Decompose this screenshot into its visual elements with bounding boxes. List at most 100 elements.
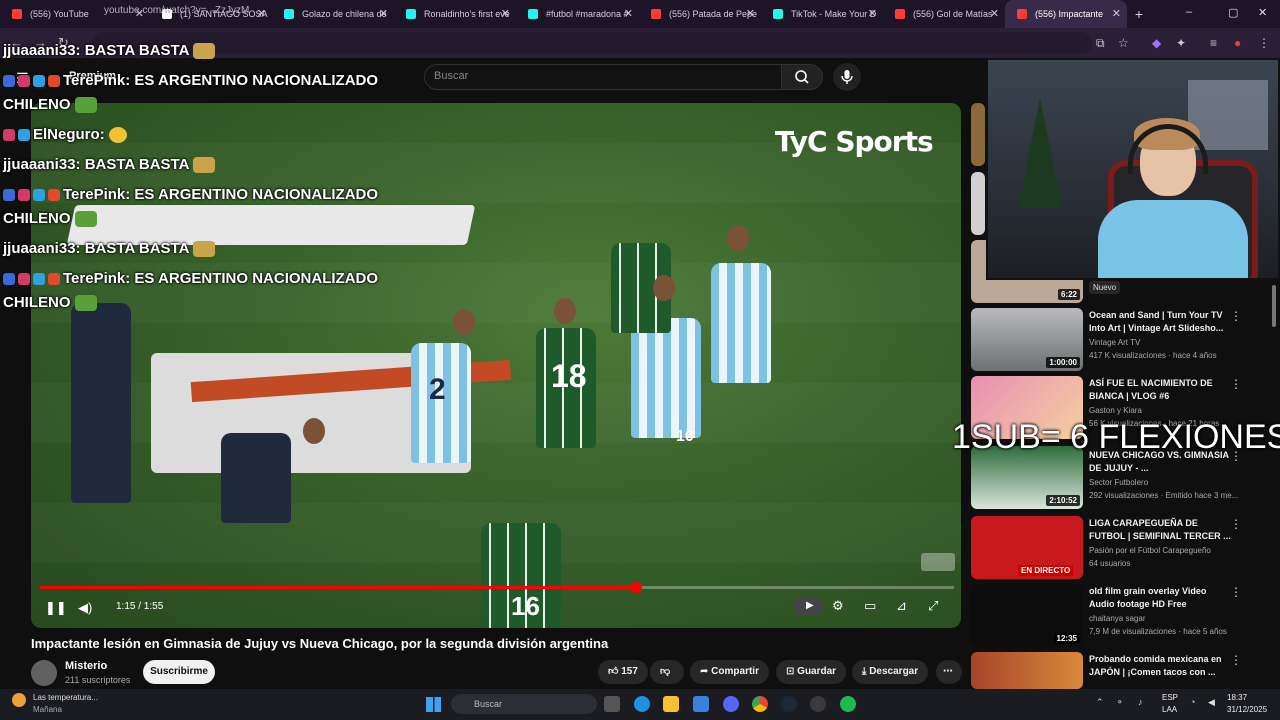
browser-menu-icon[interactable]: ⋮ [1258, 36, 1270, 50]
url-text[interactable]: youtube.com/watch?v=...ZzJyzM [104, 4, 249, 18]
weather-icon[interactable] [12, 693, 26, 707]
spotify-icon[interactable] [840, 696, 856, 712]
more-actions-icon[interactable]: ⋮ [1230, 309, 1242, 323]
close-tab-icon[interactable]: ✕ [624, 7, 633, 20]
rail-meta: 417 K visualizaciones · hace 4 años [1089, 351, 1217, 360]
steam-icon[interactable] [781, 696, 797, 712]
maximize-icon[interactable]: ▢ [1228, 6, 1238, 19]
install-app-icon[interactable]: ⧉ [1096, 36, 1105, 51]
share-button[interactable]: ➦ Compartir [690, 660, 769, 684]
rail-video-title[interactable]: old film grain overlay Video Audio foota… [1089, 585, 1231, 611]
bookmark-star-icon[interactable]: ☆ [1118, 36, 1129, 50]
download-button[interactable]: ⤓ Descargar [852, 660, 929, 684]
video-player[interactable]: 2 18 10 16 TyC Sports [31, 103, 961, 628]
scrubber-handle[interactable] [631, 582, 642, 593]
rail-channel[interactable]: chaitanya sagar [1089, 613, 1259, 625]
rail-channel[interactable]: Vintage Art TV [1089, 337, 1259, 349]
rail-channel[interactable]: Pasión por el Fútbol Carapegueño [1089, 545, 1259, 557]
extension-icon[interactable]: ◆ [1152, 36, 1161, 50]
volume-icon[interactable]: ◀) [78, 600, 92, 616]
autoplay-play-icon: ▶ [806, 600, 814, 611]
network-icon[interactable]: ⚬ [1116, 697, 1124, 708]
theater-mode-icon[interactable]: ▭ [864, 598, 876, 614]
minimize-icon[interactable]: – [1186, 6, 1192, 18]
like-button[interactable]: 👍︎ 157 [598, 660, 648, 684]
keyboard-layout[interactable]: LAA [1162, 705, 1177, 714]
close-tab-icon[interactable]: ✕ [257, 7, 266, 20]
taskbar-search-placeholder: Buscar [474, 699, 503, 709]
microphone-tray-icon[interactable]: ♪ [1138, 697, 1143, 707]
tab-title: (556) Impactante [1035, 9, 1104, 19]
search-button[interactable] [781, 64, 823, 90]
omnibox[interactable] [92, 32, 1092, 54]
profile-avatar-icon[interactable]: ● [1234, 36, 1241, 50]
channel-avatar[interactable] [31, 660, 57, 686]
wifi-icon[interactable]: ◔ [1190, 697, 1195, 707]
more-actions-icon[interactable]: ⋮ [1230, 653, 1242, 667]
close-tab-icon[interactable]: ✕ [990, 7, 999, 20]
obs-icon[interactable] [810, 696, 826, 712]
rail-video-title[interactable]: Ocean and Sand | Turn Your TV Into Art |… [1089, 309, 1231, 335]
more-actions-icon[interactable]: ⋮ [1230, 517, 1242, 531]
store-icon[interactable] [693, 696, 709, 712]
file-explorer-icon[interactable] [663, 696, 679, 712]
clock-time[interactable]: 18:37 [1227, 693, 1247, 702]
badge-icon [3, 129, 15, 142]
rail-thumbnail[interactable]: 1:00:00 [971, 308, 1083, 371]
close-tab-icon[interactable]: ✕ [868, 7, 877, 20]
rail-video-title[interactable]: Probando comida mexicana en JAPÓN | ¡Com… [1089, 653, 1231, 679]
browser-tab-active[interactable]: (556) Impactante ✕ [1005, 0, 1127, 28]
extensions-puzzle-icon[interactable]: ✦ [1176, 36, 1186, 50]
channel-name[interactable]: Misterio [65, 660, 107, 672]
chat-username: jjuaaani33 [3, 240, 76, 257]
chat-line: ElNeguro: [3, 126, 127, 144]
rail-thumbnail[interactable] [971, 103, 985, 166]
cast-icon[interactable]: ⊿ [896, 598, 907, 614]
rail-video-title[interactable]: ASÍ FUE EL NACIMIENTO DE BIANCA | VLOG #… [1089, 377, 1231, 403]
clock-date[interactable]: 31/12/2025 [1227, 705, 1267, 714]
pause-icon[interactable]: ❚❚ [45, 600, 67, 616]
subscribe-button[interactable]: Suscribirme [143, 660, 215, 684]
youtube-favicon-icon [651, 9, 661, 19]
rail-video-title[interactable]: LIGA CARAPEGUEÑA DE FUTBOL | SEMIFINAL T… [1089, 517, 1231, 543]
rail-thumbnail[interactable]: 12:35 [971, 584, 1083, 647]
rail-scrollbar[interactable] [1272, 285, 1276, 327]
browser-tab[interactable]: TikTok - Make Your D ✕ [761, 0, 883, 28]
windows-start-icon[interactable] [426, 697, 441, 712]
browser-tab[interactable]: (556) Gol de Matías ✕ [883, 0, 1005, 28]
close-tab-icon[interactable]: ✕ [1112, 7, 1121, 20]
browser-tab[interactable]: (556) Patada de Pepe ✕ [639, 0, 761, 28]
more-actions-button[interactable]: ⋯ [936, 660, 962, 684]
speaker-icon[interactable]: ◀ [1208, 697, 1215, 708]
rail-thumbnail[interactable] [971, 652, 1083, 689]
more-actions-icon[interactable]: ⋮ [1230, 585, 1242, 599]
discord-icon[interactable] [723, 696, 739, 712]
language-indicator[interactable]: ESP [1162, 693, 1178, 702]
rail-channel[interactable]: Gaston y Kiara [1089, 405, 1259, 417]
browser-tab[interactable]: #futbol #maradona # ✕ [516, 0, 639, 28]
browser-tab[interactable]: Ronaldinho's first eve ✕ [394, 0, 516, 28]
more-actions-icon[interactable]: ⋮ [1230, 377, 1242, 391]
new-tab-button[interactable]: + [1127, 6, 1151, 22]
voice-search-button[interactable] [833, 63, 861, 91]
tray-chevron-icon[interactable]: ⌃ [1096, 697, 1104, 708]
task-view-icon[interactable] [604, 696, 620, 712]
edge-icon[interactable] [634, 696, 650, 712]
close-window-icon[interactable]: ✕ [1258, 6, 1267, 19]
search-input[interactable] [424, 64, 782, 90]
chrome-icon[interactable] [752, 696, 768, 712]
close-tab-icon[interactable]: ✕ [746, 7, 755, 20]
browser-tab[interactable]: Golazo de chilena de ✕ [272, 0, 394, 28]
weather-text[interactable]: Las temperatura... [33, 693, 98, 702]
settings-gear-icon[interactable]: ⚙ [832, 598, 844, 614]
media-controls-icon[interactable]: ≡ [1210, 36, 1217, 50]
close-tab-icon[interactable]: ✕ [501, 7, 510, 20]
fullscreen-icon[interactable]: ⤢ [928, 598, 938, 614]
rail-thumbnail[interactable] [971, 172, 985, 235]
close-tab-icon[interactable]: ✕ [379, 7, 388, 20]
save-button[interactable]: ⊡ Guardar [776, 660, 847, 684]
subscriber-count: 211 suscriptores [65, 675, 131, 685]
rail-channel[interactable]: Sector Futbolero [1089, 477, 1259, 489]
taskbar-search-input[interactable] [451, 694, 597, 714]
dislike-button[interactable]: 👎︎ [650, 660, 684, 684]
